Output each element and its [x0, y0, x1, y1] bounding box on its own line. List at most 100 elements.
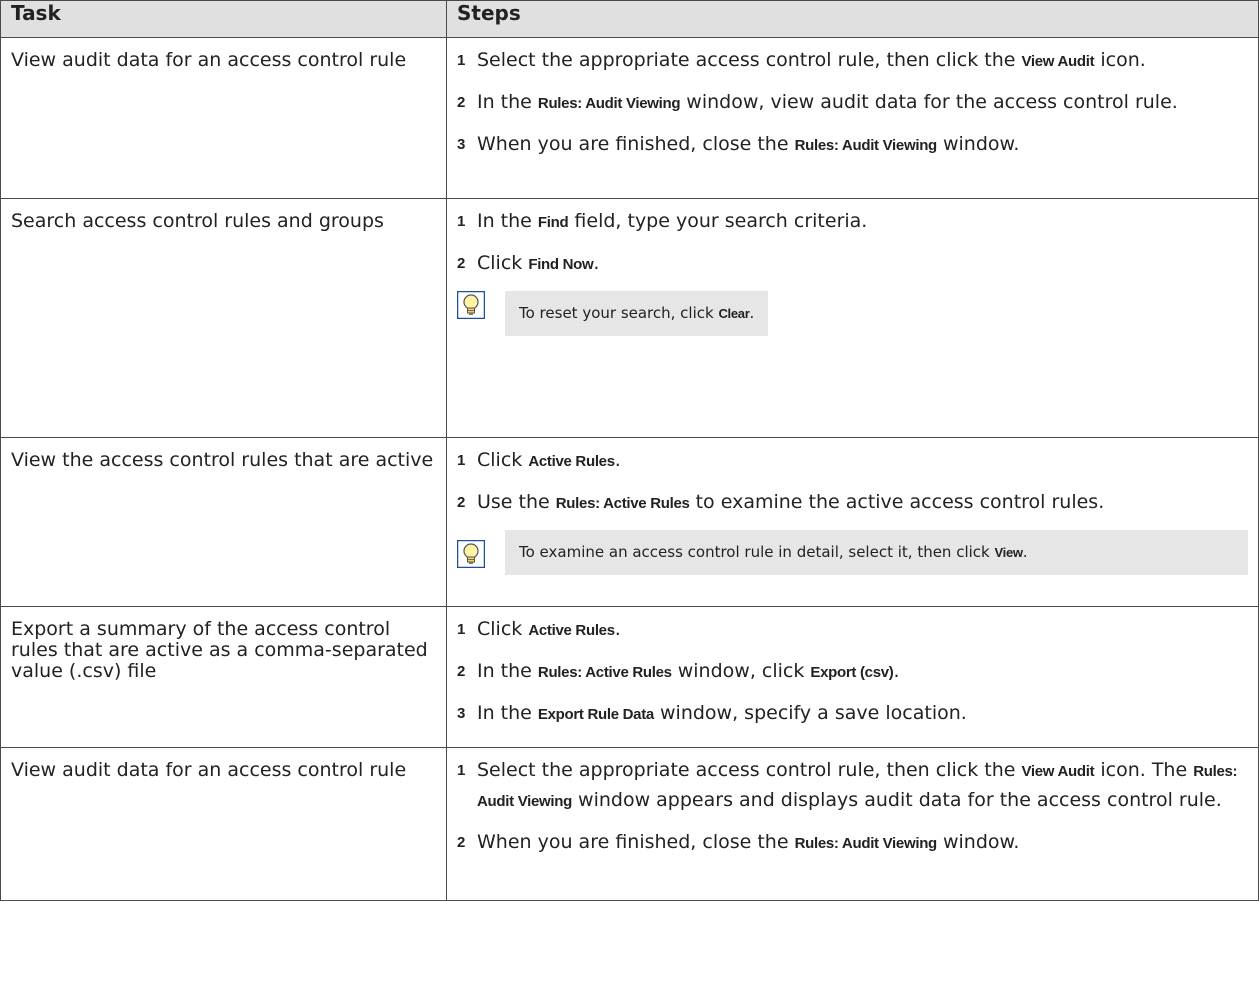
tip-note: To reset your search, click Clear.: [457, 291, 1248, 336]
step-item: 2 Use the Rules: Active Rules to examine…: [457, 488, 1248, 518]
task-cell: View the access control rules that are a…: [0, 437, 447, 607]
step-text: Select the appropriate access control ru…: [477, 756, 1248, 816]
step-text: In the Rules: Active Rules window, click…: [477, 657, 1248, 687]
step-text-run: Use the: [477, 491, 556, 513]
step-text-run: window, click: [671, 660, 811, 682]
ui-term: Rules: Audit Viewing: [794, 137, 938, 154]
lightbulb-icon: [457, 530, 505, 575]
step-number: 2: [457, 663, 466, 680]
ui-term: Find Now: [528, 256, 594, 273]
step-number: 1: [457, 452, 466, 469]
step-item: 1 Click Active Rules.: [457, 446, 1248, 476]
step-text-run: icon.: [1094, 49, 1146, 71]
table-row: Search access control rules and groups 1…: [0, 198, 1259, 438]
steps-column-header: Steps: [446, 0, 1259, 38]
step-text-run: field, type your search criteria.: [568, 210, 868, 232]
table-row: View audit data for an access control ru…: [0, 37, 1259, 199]
steps-cell: 1 Click Active Rules. 2 Use the Rules: A…: [446, 437, 1259, 607]
table-row: View audit data for an access control ru…: [0, 747, 1259, 901]
step-item: 1 Select the appropriate access control …: [457, 756, 1248, 816]
step-text-run: Select the appropriate access control ru…: [477, 759, 1022, 781]
ui-term: Rules: Audit Viewing: [794, 835, 938, 852]
step-text-run: .: [614, 449, 621, 471]
step-text-run: window appears and displays audit data f…: [572, 789, 1222, 811]
step-number: 2: [457, 94, 466, 111]
table-row: Export a summary of the access control r…: [0, 606, 1259, 748]
step-text-run: Select the appropriate access control ru…: [477, 49, 1022, 71]
step-text-run: In the: [477, 702, 538, 724]
step-item: 2 In the Rules: Audit Viewing window, vi…: [457, 88, 1248, 118]
step-text: When you are finished, close the Rules: …: [477, 828, 1248, 858]
steps-cell: 1 Click Active Rules. 2 In the Rules: Ac…: [446, 606, 1259, 748]
ui-term: Active Rules: [528, 453, 615, 470]
task-column-header: Task: [0, 0, 447, 38]
step-item: 2 When you are finished, close the Rules…: [457, 828, 1248, 858]
tip-text-run: .: [749, 304, 755, 322]
step-text-run: In the: [477, 91, 538, 113]
ui-term: View Audit: [1021, 763, 1095, 780]
step-text-run: In the: [477, 210, 538, 232]
step-number: 3: [457, 705, 466, 722]
step-text: In the Find field, type your search crit…: [477, 207, 1248, 237]
steps-cell: 1 In the Find field, type your search cr…: [446, 198, 1259, 438]
step-text-run: .: [593, 252, 600, 274]
step-item: 3 In the Export Rule Data window, specif…: [457, 699, 1248, 729]
step-text: In the Export Rule Data window, specify …: [477, 699, 1248, 729]
task-cell: View audit data for an access control ru…: [0, 747, 447, 901]
step-text: Click Active Rules.: [477, 446, 1248, 476]
step-text: Select the appropriate access control ru…: [477, 46, 1248, 76]
task-steps-table: Task Steps View audit data for an access…: [0, 0, 1259, 901]
step-number: 1: [457, 213, 466, 230]
header-row: Task Steps: [0, 0, 1259, 38]
ui-term: Rules: Active Rules: [555, 495, 690, 512]
step-number: 1: [457, 762, 466, 779]
step-number: 3: [457, 136, 466, 153]
tip-text: To examine an access control rule in det…: [505, 530, 1248, 575]
step-text-run: When you are finished, close the: [477, 831, 795, 853]
step-number: 2: [457, 834, 466, 851]
tip-text-run: To reset your search, click: [519, 304, 719, 322]
step-item: 3 When you are finished, close the Rules…: [457, 130, 1248, 160]
step-text: Click Active Rules.: [477, 615, 1248, 645]
task-cell: Export a summary of the access control r…: [0, 606, 447, 748]
ui-term: Clear: [718, 306, 750, 321]
ui-term: Export (csv): [810, 664, 894, 681]
step-text-run: window, specify a save location.: [653, 702, 967, 724]
steps-cell: 1 Select the appropriate access control …: [446, 747, 1259, 901]
step-text-run: icon. The: [1094, 759, 1194, 781]
step-item: 2 Click Find Now.: [457, 249, 1248, 279]
step-number: 1: [457, 52, 466, 69]
step-item: 2 In the Rules: Active Rules window, cli…: [457, 657, 1248, 687]
step-text-run: to examine the active access control rul…: [689, 491, 1105, 513]
ui-term: Active Rules: [528, 622, 615, 639]
step-text-run: window.: [936, 133, 1020, 155]
ui-term: Find: [537, 214, 569, 231]
steps-cell: 1 Select the appropriate access control …: [446, 37, 1259, 199]
ui-term: Export Rule Data: [537, 706, 654, 723]
step-text-run: Click: [477, 449, 529, 471]
ui-term: View: [994, 545, 1024, 560]
step-item: 1 In the Find field, type your search cr…: [457, 207, 1248, 237]
step-text-run: Click: [477, 252, 529, 274]
tip-text-run: .: [1022, 543, 1028, 561]
step-text: Click Find Now.: [477, 249, 1248, 279]
step-number: 2: [457, 255, 466, 272]
step-text: In the Rules: Audit Viewing window, view…: [477, 88, 1248, 118]
step-number: 1: [457, 621, 466, 638]
task-cell: Search access control rules and groups: [0, 198, 447, 438]
lightbulb-icon: [457, 291, 505, 336]
step-text-run: window.: [936, 831, 1020, 853]
table-row: View the access control rules that are a…: [0, 437, 1259, 607]
step-text-run: When you are finished, close the: [477, 133, 795, 155]
ui-term: Rules: Active Rules: [537, 664, 672, 681]
step-number: 2: [457, 494, 466, 511]
step-text: Use the Rules: Active Rules to examine t…: [477, 488, 1248, 518]
tip-text: To reset your search, click Clear.: [505, 291, 769, 336]
step-text-run: .: [893, 660, 900, 682]
ui-term: View Audit: [1021, 53, 1095, 70]
tip-text-run: To examine an access control rule in det…: [519, 543, 995, 561]
step-text-run: Click: [477, 618, 529, 640]
tip-note: To examine an access control rule in det…: [457, 530, 1248, 575]
ui-term: Rules: Audit Viewing: [537, 95, 681, 112]
step-text: When you are finished, close the Rules: …: [477, 130, 1248, 160]
